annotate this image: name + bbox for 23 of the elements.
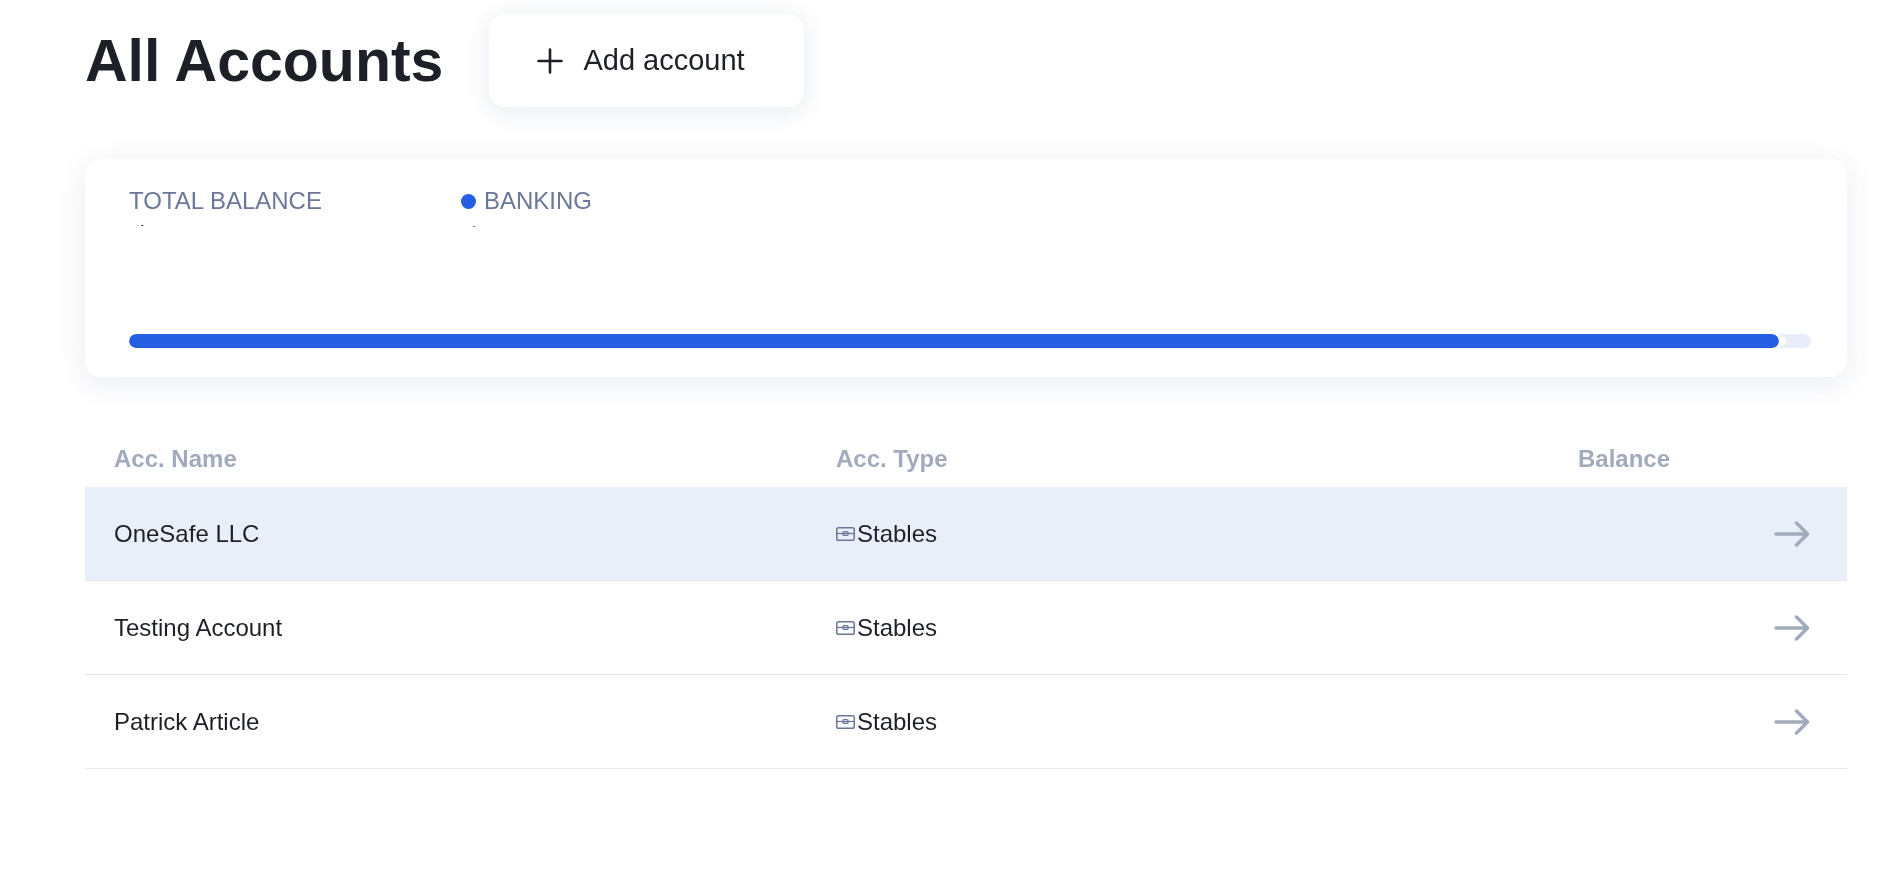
total-balance-label: TOTAL BALANCE	[129, 187, 322, 215]
page-title: All Accounts	[85, 26, 444, 96]
category-label: BANKING	[484, 187, 593, 215]
arrow-right-icon	[1774, 519, 1810, 548]
account-type: Stables	[857, 519, 938, 548]
account-type: Stables	[857, 613, 938, 642]
account-type: Stables	[857, 707, 938, 736]
arrow-right-icon	[1774, 707, 1810, 736]
wallet-icon	[836, 620, 855, 635]
wallet-icon	[836, 714, 855, 729]
add-account-button[interactable]: Add account	[489, 14, 805, 107]
account-row[interactable]: OneSafe LLC Stables	[85, 487, 1847, 581]
account-name: Testing Account	[114, 613, 283, 642]
account-name: OneSafe LLC	[114, 519, 260, 548]
total-balance-value: -	[140, 221, 144, 229]
column-header: Balance	[1578, 444, 1671, 473]
column-header: Acc. Name	[114, 444, 237, 473]
account-name: Patrick Article	[114, 707, 260, 736]
wallet-icon	[836, 526, 855, 541]
column-header: Acc. Type	[836, 444, 948, 473]
category-value: .	[472, 221, 476, 229]
plus-icon	[537, 47, 564, 74]
arrow-right-icon	[1774, 613, 1810, 642]
